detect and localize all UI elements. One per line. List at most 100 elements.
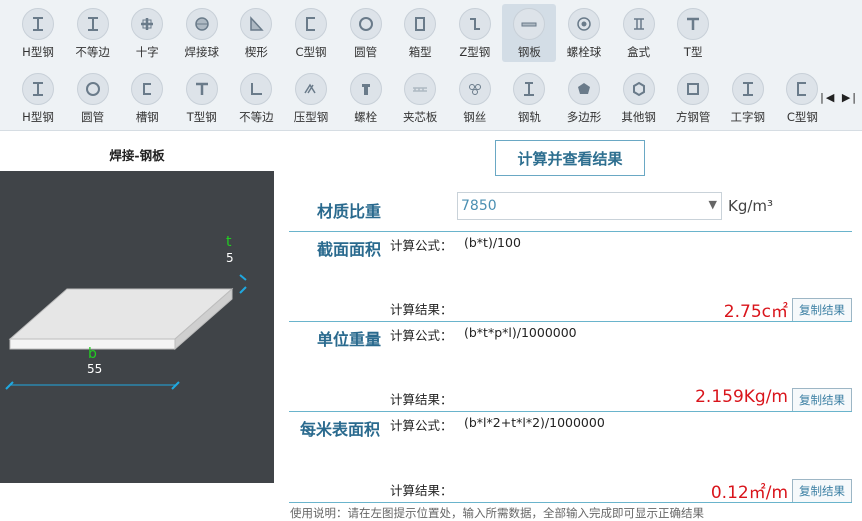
box-type-icon: [622, 8, 655, 40]
toolbar-item[interactable]: 方钢管: [666, 69, 720, 127]
toolbar-item[interactable]: 钢丝: [448, 69, 502, 127]
toolbar-item[interactable]: 焊接球: [175, 4, 229, 62]
cross-icon: [131, 8, 164, 40]
toolbar-item[interactable]: 压型钢: [284, 69, 338, 127]
dim-b-name: b: [88, 346, 97, 362]
dim-t-value[interactable]: 5: [226, 251, 234, 265]
section-area-title: 截面面积: [317, 240, 382, 259]
wedge-icon: [240, 8, 273, 40]
density-title: 材质比重: [317, 202, 382, 221]
box-icon: [404, 8, 437, 40]
toolbar-item-label: Z型钢: [459, 45, 491, 59]
toolbar-item[interactable]: 不等边: [66, 4, 120, 62]
toolbar-item-label: T型钢: [186, 110, 217, 124]
toolbar-item[interactable]: 其他钢: [612, 69, 666, 127]
usage-instructions: 使用说明：请在左图提示位置处，输入所需数据，全部输入完成即可显示正确结果: [290, 506, 704, 520]
toolbar-item[interactable]: 工字钢: [721, 69, 775, 127]
toolbar-item[interactable]: 钢板: [502, 4, 557, 62]
toolbar-item[interactable]: Z型钢: [448, 4, 502, 62]
toolbar-item-label: 螺栓球: [566, 45, 602, 59]
toolbar-item[interactable]: 钢轨: [502, 69, 556, 127]
toolbar-item-label: C型钢: [786, 110, 818, 124]
toolbar-item-label: 工字钢: [730, 110, 766, 124]
plate-top-face: [8, 288, 234, 340]
left-panel: 焊接-钢板 t 5 b 55: [0, 131, 274, 516]
square-tube-icon: [677, 73, 710, 105]
toolbar-item-label: 多边形: [566, 110, 602, 124]
toolbar-item-label: 夹芯板: [402, 110, 438, 124]
toolbar-item[interactable]: C型钢: [775, 69, 829, 127]
density-unit: Kg/m³: [728, 197, 774, 215]
toolbar-row-2: |◀ ▶| H型钢 圆管 槽钢 T型钢 不等边 压型钢 螺栓 夹芯板 钢丝 钢轨 多边形 其他钢 方钢管…: [0, 65, 862, 130]
toolbar-item-label: 楔形: [244, 45, 268, 59]
unit-weight-formula: (b*t*p*l)/1000000: [464, 325, 577, 340]
toolbar-item-label: 盒式: [627, 45, 651, 59]
toolbar-row-1: H型钢 不等边 十字 焊接球 楔形 C型钢 圆管 箱型 Z型钢 钢板 螺栓球 盒式 T型: [0, 0, 862, 65]
toolbar-item[interactable]: 圆管: [339, 4, 393, 62]
toolbar-item[interactable]: 楔形: [229, 4, 283, 62]
toolbar-item[interactable]: 螺栓球: [557, 4, 611, 62]
surface-area-formula-label: 计算公式：: [390, 418, 453, 433]
surface-area-result: 0.12㎡/m: [710, 483, 788, 503]
i-beam-icon: [76, 8, 109, 40]
dim-t-name: t: [226, 234, 232, 250]
toolbar-item[interactable]: T型: [666, 4, 720, 62]
bolt-icon: [349, 73, 382, 105]
toolbar-item[interactable]: 箱型: [393, 4, 447, 62]
density-select[interactable]: 7850 ▼: [457, 192, 722, 220]
unit-weight-title: 单位重量: [317, 330, 382, 349]
shape-toolbar: H型钢 不等边 十字 焊接球 楔形 C型钢 圆管 箱型 Z型钢 钢板 螺栓球 盒式 T型 |◀ ▶| H…: [0, 0, 862, 131]
toolbar-item[interactable]: 多边形: [557, 69, 611, 127]
toolbar-item-label: 钢丝: [463, 110, 487, 124]
t-section-icon: [185, 73, 218, 105]
surface-area-title: 每米表面积: [300, 420, 381, 439]
steel-wire-icon: [458, 73, 491, 105]
surface-area-result-label: 计算结果：: [390, 483, 453, 498]
toolbar-item-label: 钢轨: [517, 110, 541, 124]
toolbar-item[interactable]: H型钢: [11, 69, 65, 127]
toolbar-item[interactable]: C型钢: [284, 4, 338, 62]
separator: [289, 231, 852, 232]
dim-b-value[interactable]: 55: [87, 362, 102, 376]
toolbar-item[interactable]: 圆管: [66, 69, 120, 127]
toolbar-item-label: 螺栓: [354, 110, 378, 124]
bolt-ball-icon: [568, 8, 600, 40]
section-area-formula-label: 计算公式：: [390, 238, 453, 253]
toolbar-item-label: H型钢: [22, 45, 54, 59]
plate-drawing: [5, 274, 247, 390]
separator: [289, 502, 852, 503]
toolbar-item-label: 槽钢: [135, 110, 159, 124]
separator: [289, 411, 852, 412]
toolbar-item[interactable]: 十字: [120, 4, 174, 62]
dimension-t-marker-top: [239, 274, 247, 281]
toolbar-item[interactable]: T型钢: [175, 69, 229, 127]
shape-diagram: t 5 b 55: [0, 171, 274, 483]
copy-area-button[interactable]: 复制结果: [792, 298, 852, 322]
toolbar-item[interactable]: H型钢: [11, 4, 65, 62]
toolbar-item-label: C型钢: [295, 45, 327, 59]
toolbar-item[interactable]: 夹芯板: [393, 69, 447, 127]
round-tube-icon: [349, 8, 382, 40]
i-beam-icon: [22, 73, 54, 105]
z-section-icon: [458, 8, 491, 40]
density-value: 7850: [461, 198, 497, 214]
toolbar-item[interactable]: 盒式: [612, 4, 666, 62]
angle-icon: [240, 73, 273, 105]
surface-area-formula: (b*l*2+t*l*2)/1000000: [464, 415, 605, 430]
toolbar-item-label: 十字: [135, 45, 159, 59]
toolbar-item[interactable]: 槽钢: [120, 69, 174, 127]
toolbar-item-label: 圆管: [81, 110, 105, 124]
calculate-button[interactable]: 计算并查看结果: [495, 140, 645, 176]
toolbar-item[interactable]: 不等边: [229, 69, 283, 127]
copy-surface-button[interactable]: 复制结果: [792, 479, 852, 503]
i-beam-icon: [22, 8, 54, 40]
copy-weight-button[interactable]: 复制结果: [792, 388, 852, 412]
toolbar-item-label: 箱型: [408, 45, 432, 59]
toolbar-item-label: 焊接球: [184, 45, 220, 59]
toolbar-item-label: 圆管: [354, 45, 378, 59]
toolbar-item[interactable]: 螺栓: [339, 69, 393, 127]
toolbar-item-label: T型: [683, 45, 703, 59]
t-section-icon: [677, 8, 710, 40]
c-channel-icon: [295, 8, 327, 40]
chevron-down-icon[interactable]: ▼: [709, 198, 717, 211]
